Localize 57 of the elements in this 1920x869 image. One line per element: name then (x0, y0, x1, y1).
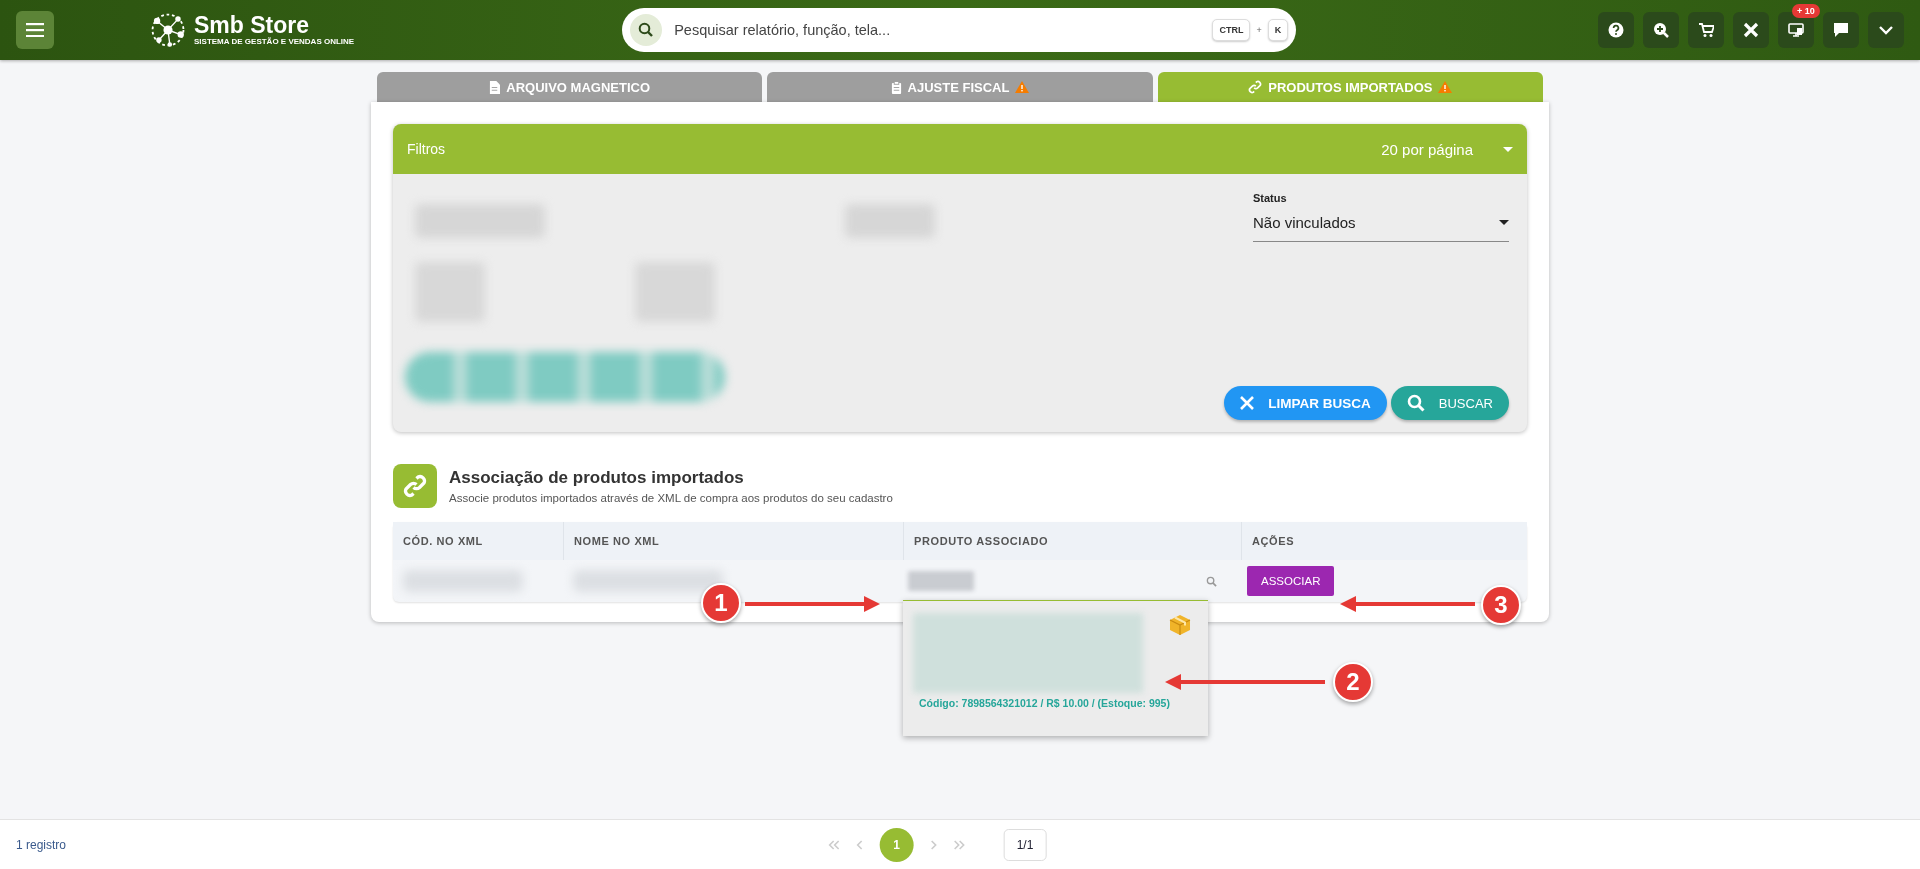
chat-button[interactable] (1823, 12, 1859, 48)
search-button[interactable]: BUSCAR (1390, 386, 1509, 420)
tools-icon (1743, 22, 1759, 38)
chevron-down-button[interactable] (1868, 12, 1904, 48)
status-select[interactable]: Não vinculados (1253, 208, 1509, 242)
caret-icon (1499, 220, 1509, 225)
column-header: PRODUTO ASSOCIADO (903, 522, 1241, 560)
notification-badge: + 10 (1792, 4, 1820, 18)
warning-icon (1015, 81, 1030, 93)
search-icon (1406, 394, 1425, 412)
help-icon (1608, 22, 1624, 38)
column-header: CÓD. NO XML (393, 522, 563, 560)
page-button[interactable]: 1 (879, 827, 914, 862)
logo-subtitle: SISTEMA DE GESTÃO E VENDAS ONLINE (194, 37, 355, 46)
document-icon (489, 80, 501, 94)
menu-button[interactable] (16, 11, 54, 49)
clear-search-button[interactable]: LIMPAR BUSCA (1224, 386, 1387, 420)
tab[interactable]: ARQUIVO MAGNETICO (377, 72, 763, 102)
help-button[interactable] (1598, 12, 1634, 48)
associate-button[interactable]: ASSOCIAR (1247, 566, 1335, 596)
cart-icon (1698, 22, 1714, 38)
product-details: Código: 7898564321012 / R$ 10.00 / (Estoque: 995) (918, 697, 1171, 709)
filter-title: Filtros (407, 141, 446, 157)
search-icon (1206, 575, 1217, 587)
package-icon (1168, 613, 1192, 637)
search-icon (638, 22, 655, 38)
monitor-icon (1788, 22, 1804, 38)
tab[interactable]: AJUSTE FISCAL (767, 72, 1153, 102)
plus-sign: + (1256, 25, 1262, 35)
suggestion-dropdown[interactable]: Código: 7898564321012 / R$ 10.00 / (Estoque: 995) (903, 600, 1208, 736)
menu-icon (26, 23, 44, 37)
zoom-in-icon (1653, 22, 1669, 38)
search-bar[interactable]: Pesquisar relatório, função, tela... CTRL + K (622, 8, 1297, 52)
cart-button[interactable] (1688, 12, 1724, 48)
close-icon (1240, 396, 1255, 410)
keyboard-key: CTRL (1212, 19, 1251, 41)
step-number: 2 (1333, 662, 1373, 702)
keyboard-key: K (1267, 19, 1289, 41)
field-label: Status (1253, 192, 1288, 204)
caret-icon (1503, 146, 1513, 152)
monitor-button[interactable] (1778, 12, 1814, 48)
clipboard-icon (890, 80, 902, 94)
link-icon (403, 474, 427, 498)
per-page-select[interactable]: 20 por página (1381, 140, 1513, 158)
column-header: NOME NO XML (563, 522, 903, 560)
blurred-content (908, 571, 974, 591)
chat-icon (1833, 22, 1849, 38)
warning-icon (1438, 81, 1453, 93)
tools-button[interactable] (1733, 12, 1769, 48)
zoom-in-button[interactable] (1643, 12, 1679, 48)
section-subtitle: Associe produtos importados através de XML de compra aos produtos do seu cadastro (449, 492, 893, 504)
record-count: 1 registro (16, 837, 67, 852)
section-title: Associação de produtos importados (449, 468, 745, 488)
tab[interactable]: PRODUTOS IMPORTADOS (1157, 72, 1543, 102)
logo-title: Smb Store (194, 14, 311, 37)
link-icon (1248, 80, 1263, 94)
column-header: AÇÕES (1241, 522, 1527, 560)
